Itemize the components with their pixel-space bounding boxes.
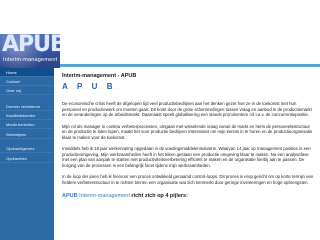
sidebar-item-over-mij[interactable]: Over mij: [0, 86, 54, 95]
acronym-dots: ....: [112, 85, 120, 90]
sidebar-item-kwaliteitsborden[interactable]: Kwaliteitsborden: [0, 111, 54, 120]
experience-paragraph: Inmiddels heb ik 18 jaar werkervaring op…: [62, 146, 311, 168]
logo-subtitle: Interim-management: [3, 57, 58, 63]
sidebar-item-werkwijzen[interactable]: Werkwijzen: [0, 130, 54, 139]
pillars-brand-suffix: Interim-management: [79, 193, 130, 199]
acronym-dots: ....: [68, 85, 75, 90]
apub-logo[interactable]: APUB Interim-management: [0, 34, 60, 68]
pillars-text: richt zich op 4 pijlers:: [131, 193, 188, 199]
sidebar-item-opdrachtgevers[interactable]: Opdrachtgevers: [0, 144, 54, 153]
main-content: Interim-management - APUB A.... P.... U.…: [56, 68, 318, 240]
header-divider: [60, 64, 320, 67]
acronym-line: A.... P.... U.... B....: [62, 82, 314, 91]
pillars-brand: APUB: [62, 193, 78, 199]
sidebar-item-opdrachten[interactable]: Opdrachten: [0, 154, 54, 163]
acronym-dots: ....: [82, 85, 90, 90]
intro-paragraph: De economische crisis heeft de afgelopen…: [62, 101, 312, 117]
sidebar-nav: Home Contact Over mij Domein verbeteren …: [0, 68, 54, 240]
sidebar-item-domein-verbeteren[interactable]: Domein verbeteren: [0, 102, 54, 111]
sidebar-item-home[interactable]: Home: [0, 68, 54, 77]
role-paragraph: Mijn rol als manager in continu verbeter…: [62, 123, 313, 140]
page-header: APUB Interim-management: [0, 0, 320, 68]
pillars-heading: APUB Interim-management richt zich op 4 …: [62, 193, 314, 199]
logo-text: APUB: [2, 34, 60, 57]
control-loops-paragraph: In de loop der jaren heb ik hiervoor een…: [62, 174, 314, 185]
page-title: Interim-management - APUB: [62, 73, 137, 79]
sidebar-item-media-berichten[interactable]: Media berichten: [0, 120, 54, 129]
acronym-dots: ....: [97, 85, 105, 90]
sidebar-item-contact[interactable]: Contact: [0, 77, 54, 86]
